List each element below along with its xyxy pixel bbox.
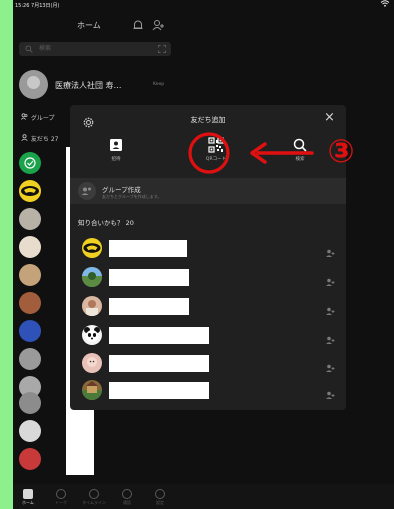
- friends-section[interactable]: 友だち 27: [21, 134, 58, 143]
- status-time: 15:26: [15, 3, 30, 9]
- add-friend-icon[interactable]: [325, 243, 335, 262]
- friend-avatar[interactable]: [19, 236, 41, 258]
- redacted-name: [109, 355, 209, 372]
- status-bar: 15:26 7月13日(月): [13, 0, 394, 12]
- group-create-subtitle: 友だちとグループを作成します。: [102, 194, 162, 199]
- gear-icon: [155, 489, 165, 499]
- suggestion-row[interactable]: [70, 353, 346, 373]
- tab-home[interactable]: ホーム: [16, 489, 40, 506]
- avatar: [82, 296, 102, 316]
- friend-avatar[interactable]: [19, 448, 41, 470]
- groups-section[interactable]: グループ: [20, 113, 55, 122]
- search-label: 検索: [295, 157, 305, 162]
- wifi-icon: [380, 0, 390, 12]
- avatar: [82, 353, 102, 373]
- qr-code-icon: [208, 137, 224, 153]
- add-friend-icon[interactable]: [325, 330, 335, 349]
- person-icon: [21, 134, 29, 143]
- avatar: [19, 70, 48, 99]
- search-placeholder: 検索: [39, 45, 52, 52]
- id-search-button[interactable]: 検索: [270, 137, 330, 162]
- group-icon: [20, 113, 29, 122]
- friend-avatar[interactable]: [19, 264, 41, 286]
- qr-code-label: QRコード: [205, 157, 227, 162]
- tab-settings[interactable]: 設定: [148, 489, 172, 506]
- create-group-row[interactable]: グループ作成 友だちとグループを作成します。: [70, 178, 346, 204]
- friend-avatar[interactable]: [19, 392, 41, 414]
- tab-call[interactable]: 通話: [115, 489, 139, 506]
- chat-icon: [56, 489, 66, 499]
- keep-link[interactable]: Keep: [153, 82, 164, 87]
- group-create-icon: [78, 182, 96, 200]
- search-icon: [25, 45, 33, 59]
- redacted-name: [109, 298, 189, 315]
- profile-name: 医療法人社団 寿…: [55, 81, 122, 90]
- suggestions-header: 知り合いかも？ 20: [78, 219, 134, 227]
- close-icon[interactable]: ×: [324, 111, 335, 124]
- friend-avatar[interactable]: [19, 208, 41, 230]
- status-date: 7月13日(月): [31, 3, 60, 9]
- redacted-name: [109, 240, 187, 257]
- suggestion-row[interactable]: [70, 325, 346, 345]
- clock-icon: [89, 489, 99, 499]
- add-friend-icon[interactable]: [325, 272, 335, 291]
- phone-icon: [122, 489, 132, 499]
- friend-avatar[interactable]: [19, 292, 41, 314]
- add-friend-icon[interactable]: [151, 17, 165, 31]
- redacted-name: [109, 382, 209, 399]
- redacted-name: [109, 327, 209, 344]
- avatar: [82, 325, 102, 345]
- add-friend-icon[interactable]: [325, 301, 335, 320]
- invite-label: 招待: [111, 157, 121, 162]
- suggestion-row[interactable]: [70, 238, 346, 258]
- friend-avatar[interactable]: [19, 180, 41, 202]
- search-input[interactable]: 検索: [19, 42, 171, 56]
- friends-label: 友だち 27: [30, 136, 59, 143]
- avatar: [82, 238, 102, 258]
- friend-avatar[interactable]: [19, 320, 41, 342]
- suggestion-row[interactable]: [70, 296, 346, 316]
- friend-avatar[interactable]: [19, 420, 41, 442]
- add-friend-icon[interactable]: [325, 385, 335, 404]
- my-profile[interactable]: 医療法人社団 寿… Keep: [19, 70, 219, 100]
- invite-icon: [108, 137, 124, 153]
- suggestion-row[interactable]: [70, 380, 346, 400]
- groups-label: グループ: [30, 115, 55, 122]
- suggestion-row[interactable]: [70, 267, 346, 287]
- modal-title: 友だち追加: [190, 116, 226, 124]
- home-icon: [23, 489, 33, 499]
- redacted-name: [109, 269, 189, 286]
- qr-scan-icon[interactable]: [158, 45, 166, 59]
- avatar: [82, 267, 102, 287]
- group-create-title: グループ作成: [102, 186, 141, 194]
- add-friend-modal: 友だち追加 × 招待 QRコード 検索 グループ作成 友だちとグループを作成しま…: [70, 105, 346, 410]
- friend-avatar[interactable]: [19, 348, 41, 370]
- search-icon: [292, 137, 308, 153]
- bottom-navigation: ホーム トーク タイムライン 通話 設定: [13, 484, 394, 509]
- add-friend-icon[interactable]: [325, 358, 335, 377]
- invite-button[interactable]: 招待: [86, 137, 146, 162]
- friend-avatar[interactable]: [19, 152, 41, 174]
- avatar: [82, 380, 102, 400]
- tab-timeline[interactable]: タイムライン: [82, 489, 106, 506]
- bell-icon[interactable]: [131, 17, 145, 31]
- qr-code-button[interactable]: QRコード: [186, 137, 246, 162]
- page-title: ホーム: [77, 21, 101, 30]
- tab-talk[interactable]: トーク: [49, 489, 73, 506]
